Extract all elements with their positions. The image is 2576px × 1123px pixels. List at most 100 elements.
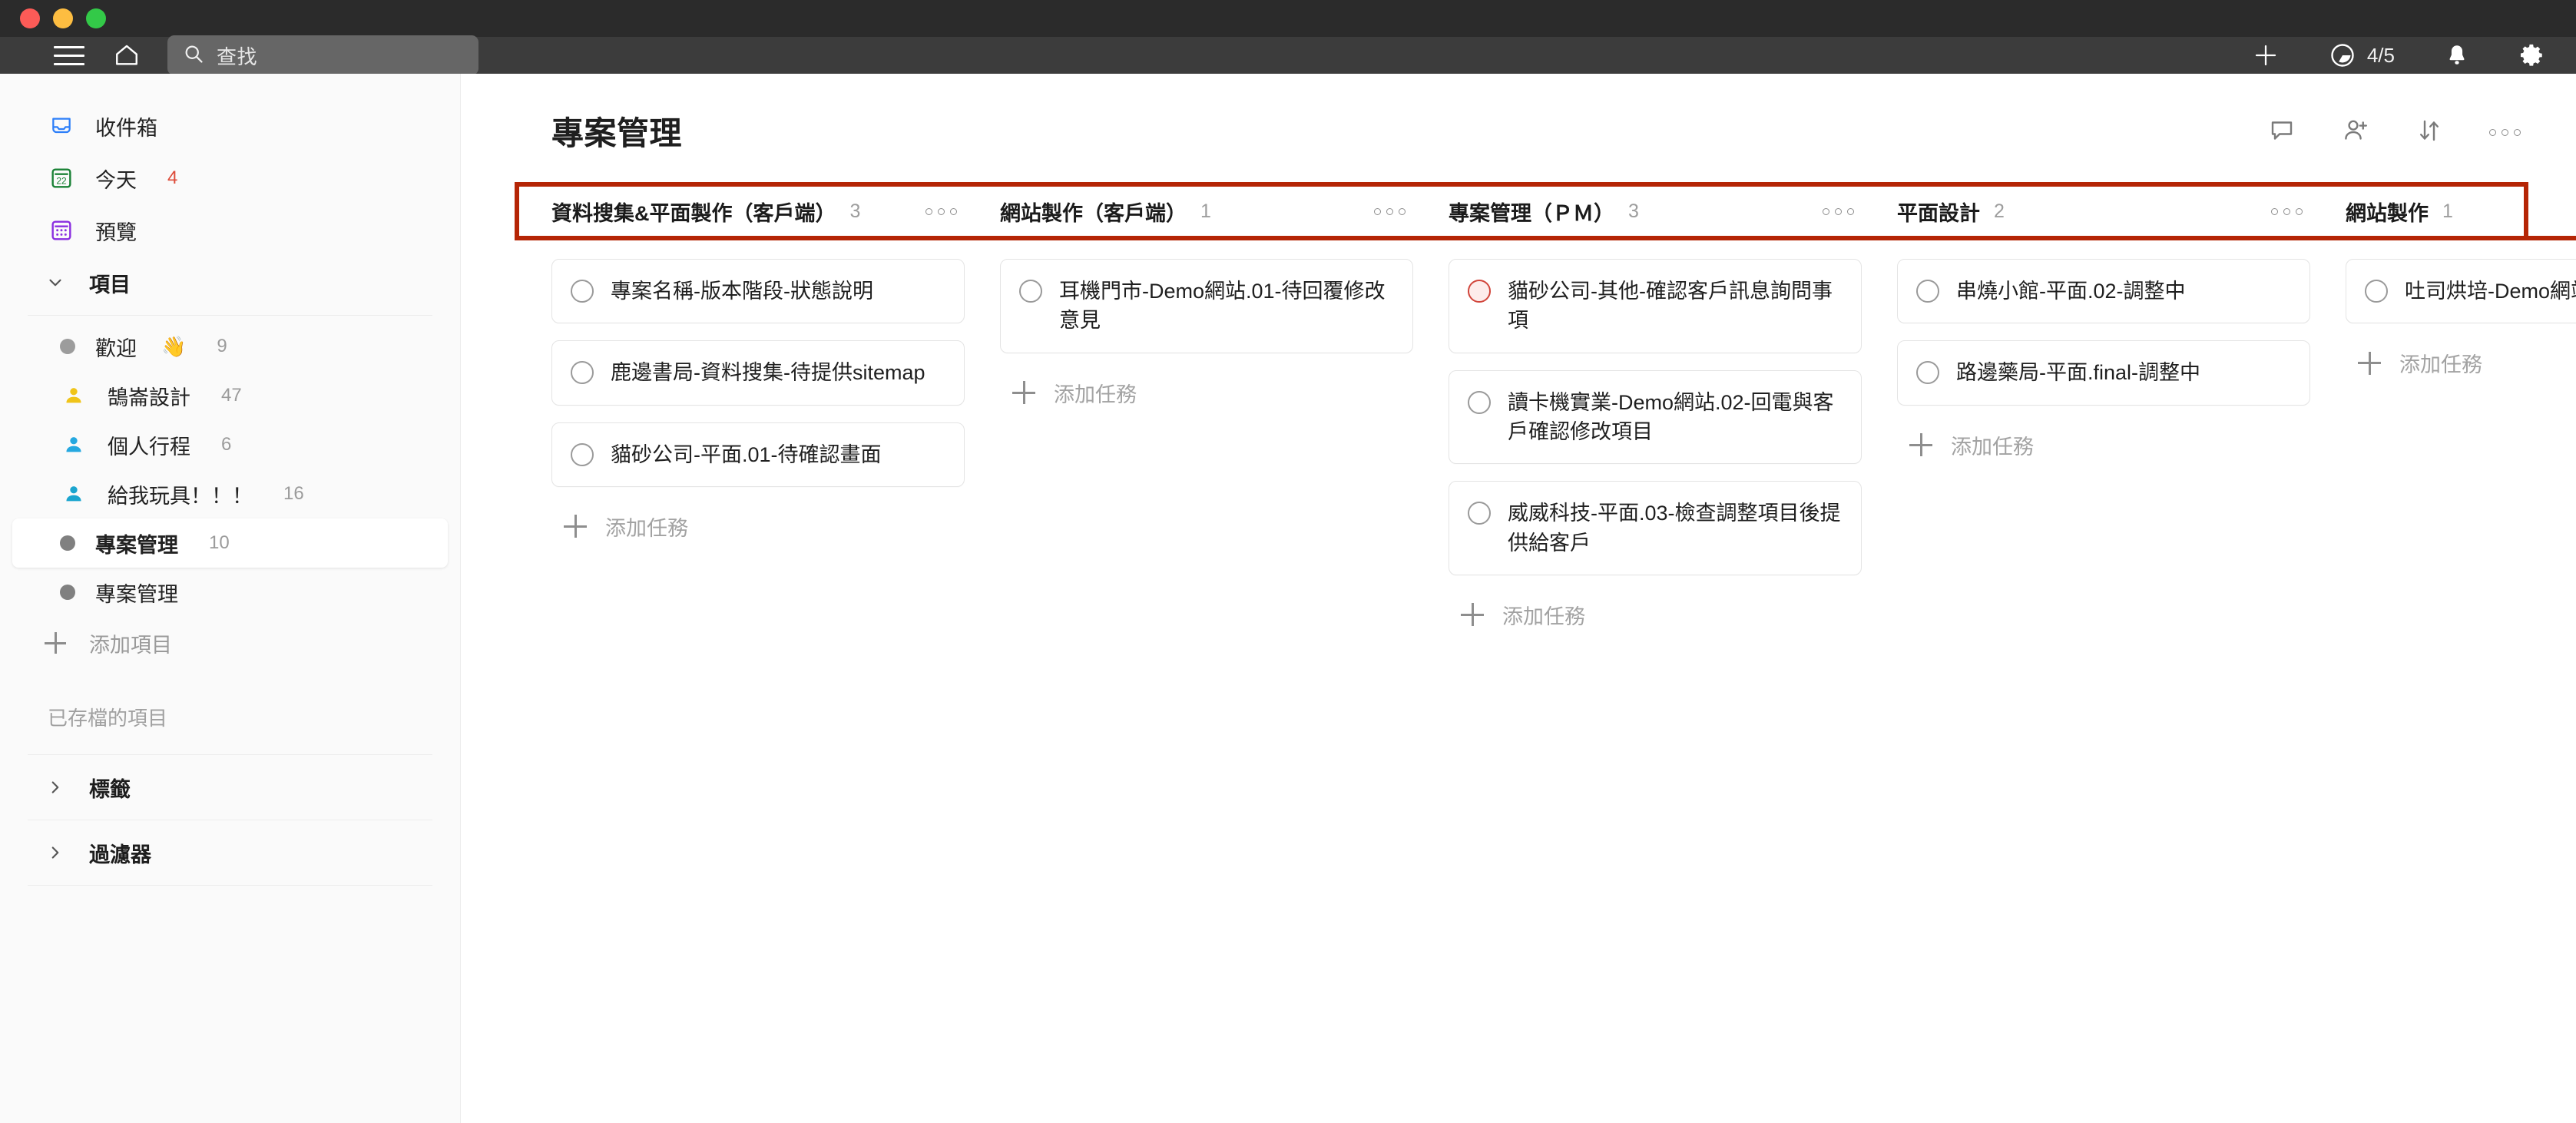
sidebar-section-labels[interactable]: 標籤: [0, 761, 460, 813]
maximize-window-button[interactable]: [86, 8, 106, 28]
sidebar-count-project-management-active: 10: [209, 532, 230, 553]
pomodoro-timer-icon[interactable]: 4/5: [2329, 41, 2395, 69]
column-header[interactable]: 平面設計 2: [1897, 182, 2310, 240]
home-icon[interactable]: [114, 42, 140, 68]
more-options-icon[interactable]: [2489, 129, 2521, 136]
column-header[interactable]: 網站製作（客戶端） 1: [1000, 182, 1413, 240]
task-card[interactable]: 耳機門市-Demo網站.01-待回覆修改意見: [1000, 259, 1413, 353]
task-title: 專案名稱-版本階段-狀態說明: [611, 280, 873, 303]
task-card[interactable]: 專案名稱-版本階段-狀態說明: [551, 259, 965, 324]
sidebar-divider: [28, 754, 432, 755]
task-title: 串燒小館-平面.02-調整中: [1956, 280, 2186, 303]
archived-projects-label[interactable]: 已存檔的項目: [0, 669, 460, 748]
task-card[interactable]: 鹿邊書局-資料搜集-待提供sitemap: [551, 340, 965, 406]
chevron-right-icon: [45, 842, 66, 863]
search-input[interactable]: 查找: [167, 35, 478, 75]
svg-text:22: 22: [56, 175, 67, 186]
sidebar-count-hulun-design: 47: [221, 385, 242, 406]
sidebar: 收件箱 22 今天 4 預覽 項目 歡迎 👋 9 鵠崙設計 47 個人行程 6 …: [0, 74, 461, 1123]
add-task-button[interactable]: 添加任務: [1449, 592, 1862, 630]
task-checkbox[interactable]: [571, 361, 594, 385]
column-more-options-icon[interactable]: [2271, 207, 2303, 215]
board-column: 資料搜集&平面製作（客戶端） 3 專案名稱-版本階段-狀態說明 鹿邊書局-資料搜…: [551, 182, 1000, 630]
project-dot-icon: [60, 535, 75, 551]
wave-emoji-icon: 👋: [161, 334, 187, 358]
add-task-button[interactable]: 添加任務: [551, 504, 965, 542]
gear-icon[interactable]: [2519, 42, 2545, 68]
chevron-right-icon: [45, 777, 66, 798]
sidebar-item-hulun-design[interactable]: 鵠崙設計 47: [12, 371, 448, 420]
sidebar-label-inbox: 收件箱: [95, 116, 157, 140]
sort-icon[interactable]: [2415, 117, 2443, 148]
task-checkbox[interactable]: [1468, 390, 1491, 414]
sidebar-item-today[interactable]: 22 今天 4: [0, 152, 460, 204]
task-checkbox[interactable]: [1916, 280, 1939, 303]
board-column: 專案管理（ＰＭ） 3 貓砂公司-其他-確認客戶訊息詢問事項 讀卡機實業-Demo…: [1449, 182, 1897, 630]
task-card[interactable]: 讀卡機實業-Demo網站.02-回電與客戶確認修改項目: [1449, 369, 1862, 465]
sidebar-label-welcome: 歡迎: [95, 336, 137, 360]
task-checkbox-priority[interactable]: [1468, 280, 1491, 303]
sidebar-item-welcome[interactable]: 歡迎 👋 9: [12, 322, 448, 371]
plus-icon[interactable]: [2252, 41, 2280, 69]
task-checkbox[interactable]: [1468, 502, 1491, 525]
sidebar-label-today: 今天: [95, 168, 137, 192]
sidebar-item-inbox[interactable]: 收件箱: [0, 100, 460, 152]
person-icon: [60, 431, 88, 459]
sidebar-item-personal-schedule[interactable]: 個人行程 6: [12, 420, 448, 469]
column-more-options-icon[interactable]: [1823, 207, 1854, 215]
task-title: 吐司烘培-Demo網站.01-調整中: [2405, 280, 2576, 303]
sidebar-item-upcoming[interactable]: 預覽: [0, 204, 460, 257]
task-title: 威威科技-平面.03-檢查調整項目後提供給客戶: [1508, 502, 1841, 555]
task-checkbox[interactable]: [1019, 280, 1042, 303]
task-checkbox[interactable]: [571, 280, 594, 303]
task-card[interactable]: 威威科技-平面.03-檢查調整項目後提供給客戶: [1449, 481, 1862, 575]
person-icon: [60, 382, 88, 409]
comments-icon[interactable]: [2268, 117, 2296, 148]
column-more-options-icon[interactable]: [925, 207, 957, 215]
task-card[interactable]: 串燒小館-平面.02-調整中: [1897, 259, 2310, 324]
column-header[interactable]: 專案管理（ＰＭ） 3: [1449, 182, 1862, 240]
sidebar-section-projects[interactable]: 項目: [0, 257, 460, 309]
hamburger-icon[interactable]: [54, 44, 84, 67]
task-checkbox[interactable]: [571, 442, 594, 466]
sidebar-divider: [28, 885, 432, 886]
add-task-label: 添加任務: [2399, 353, 2482, 377]
plus-icon: [1012, 381, 1035, 405]
close-window-button[interactable]: [20, 8, 40, 28]
column-cards: 專案名稱-版本階段-狀態說明 鹿邊書局-資料搜集-待提供sitemap 貓砂公司…: [551, 240, 965, 542]
task-card[interactable]: 貓砂公司-其他-確認客戶訊息詢問事項: [1449, 259, 1862, 353]
sidebar-item-project-management-2[interactable]: 專案管理: [12, 568, 448, 617]
task-card[interactable]: 吐司烘培-Demo網站.01-調整中: [2346, 259, 2576, 324]
task-title: 貓砂公司-平面.01-待確認畫面: [611, 442, 882, 466]
sidebar-label-project-management-active: 專案管理: [95, 533, 178, 557]
inbox-icon: [48, 112, 75, 140]
search-placeholder: 查找: [217, 45, 258, 68]
task-card[interactable]: 貓砂公司-平面.01-待確認畫面: [551, 422, 965, 487]
add-task-button[interactable]: 添加任務: [2346, 340, 2576, 378]
column-more-options-icon[interactable]: [1374, 207, 1406, 215]
column-cards: 耳機門市-Demo網站.01-待回覆修改意見 添加任務: [1000, 240, 1413, 408]
sidebar-section-filters[interactable]: 過濾器: [0, 827, 460, 879]
task-card[interactable]: 路邊藥局-平面.final-調整中: [1897, 340, 2310, 406]
column-header[interactable]: 網站製作 1: [2346, 182, 2576, 240]
add-task-button[interactable]: 添加任務: [1000, 370, 1413, 408]
bell-icon[interactable]: [2444, 42, 2470, 68]
column-header[interactable]: 資料搜集&平面製作（客戶端） 3: [551, 182, 965, 240]
upcoming-grid-icon: [48, 217, 75, 244]
column-title: 平面設計: [1897, 201, 1980, 225]
calendar-today-icon: 22: [48, 164, 75, 192]
sidebar-label-hulun-design: 鵠崙設計: [108, 386, 190, 409]
minimize-window-button[interactable]: [53, 8, 73, 28]
board-column: 網站製作 1 吐司烘培-Demo網站.01-調整中: [2346, 182, 2576, 630]
sidebar-count-give-me-toys: 16: [283, 483, 304, 504]
add-task-button[interactable]: 添加任務: [1897, 422, 2310, 460]
add-project-label: 添加項目: [89, 633, 172, 657]
add-task-label: 添加任務: [605, 516, 688, 540]
add-person-icon[interactable]: [2342, 117, 2369, 148]
column-title: 資料搜集&平面製作（客戶端）: [551, 201, 836, 225]
sidebar-item-give-me-toys[interactable]: 給我玩具！！！ 16: [12, 469, 448, 518]
sidebar-item-project-management-active[interactable]: 專案管理 10: [12, 518, 448, 568]
task-checkbox[interactable]: [2365, 280, 2388, 303]
task-checkbox[interactable]: [1916, 361, 1939, 385]
add-project-button[interactable]: 添加項目: [0, 617, 460, 669]
